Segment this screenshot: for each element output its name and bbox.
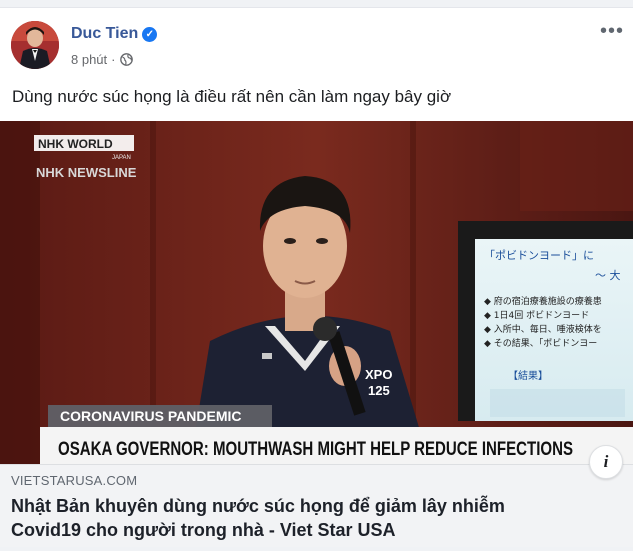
slide-bullet-4: ◆ その結果、「ポビドンヨー [484, 337, 597, 349]
nhk-newsline-label: NHK NEWSLINE [36, 165, 137, 180]
news-frame-image: XPO 125 「ポビドンヨード」に ～ 大 ◆ 府の宿泊療養施設の療養患 ◆ … [0, 121, 633, 464]
post-meta: 8 phút · [71, 52, 133, 69]
feed-background [0, 547, 633, 551]
nhk-world-logo: NHK WORLD [38, 137, 113, 151]
info-icon[interactable]: i [589, 445, 623, 479]
slide-bullet-1: ◆ 府の宿泊療養施設の療養患 [484, 295, 602, 307]
link-title[interactable]: Nhật Bản khuyên dùng nước súc họng để gi… [11, 494, 571, 542]
link-domain: VIETSTARUSA.COM [11, 473, 138, 488]
post-text: Dùng nước súc họng là điều rất nên cần l… [12, 87, 452, 106]
meta-separator: · [111, 52, 116, 67]
lower-third-tag: CORONAVIRUS PANDEMIC [60, 408, 242, 424]
post-video-thumbnail[interactable]: XPO 125 「ポビドンヨード」に ～ 大 ◆ 府の宿泊療養施設の療養患 ◆ … [0, 121, 633, 464]
shirt-text-1: XPO [365, 367, 392, 382]
avatar[interactable] [11, 21, 59, 69]
link-preview[interactable]: VIETSTARUSA.COM Nhật Bản khuyên dùng nướ… [0, 464, 633, 549]
author-name[interactable]: Duc Tien ✓ [71, 25, 158, 43]
verified-badge-icon: ✓ [142, 27, 158, 42]
facebook-post: Duc Tien ✓ 8 phút · ••• Dùng nước súc họng… [0, 7, 633, 549]
author-name-text[interactable]: Duc Tien [71, 25, 138, 42]
globe-icon[interactable] [119, 53, 133, 69]
slide-title-2: ～ 大 [595, 268, 621, 282]
avatar-image [11, 21, 59, 69]
slide-title-1: 「ポビドンヨード」に [484, 249, 594, 262]
slide-bullet-3: ◆ 入所中、毎日、唾液検体を [484, 323, 602, 335]
nhk-japan-label: JAPAN [112, 155, 131, 161]
more-options-icon[interactable]: ••• [600, 21, 624, 41]
post-timestamp[interactable]: 8 phút [71, 52, 107, 67]
lower-third-headline: OSAKA GOVERNOR: MOUTHWASH MIGHT HELP RED… [58, 439, 573, 460]
slide-bullet-2: ◆ 1日4回 ポビドンヨード [484, 310, 589, 321]
shirt-text-2: 125 [368, 383, 390, 398]
slide-result: 【結果】 [508, 369, 548, 382]
